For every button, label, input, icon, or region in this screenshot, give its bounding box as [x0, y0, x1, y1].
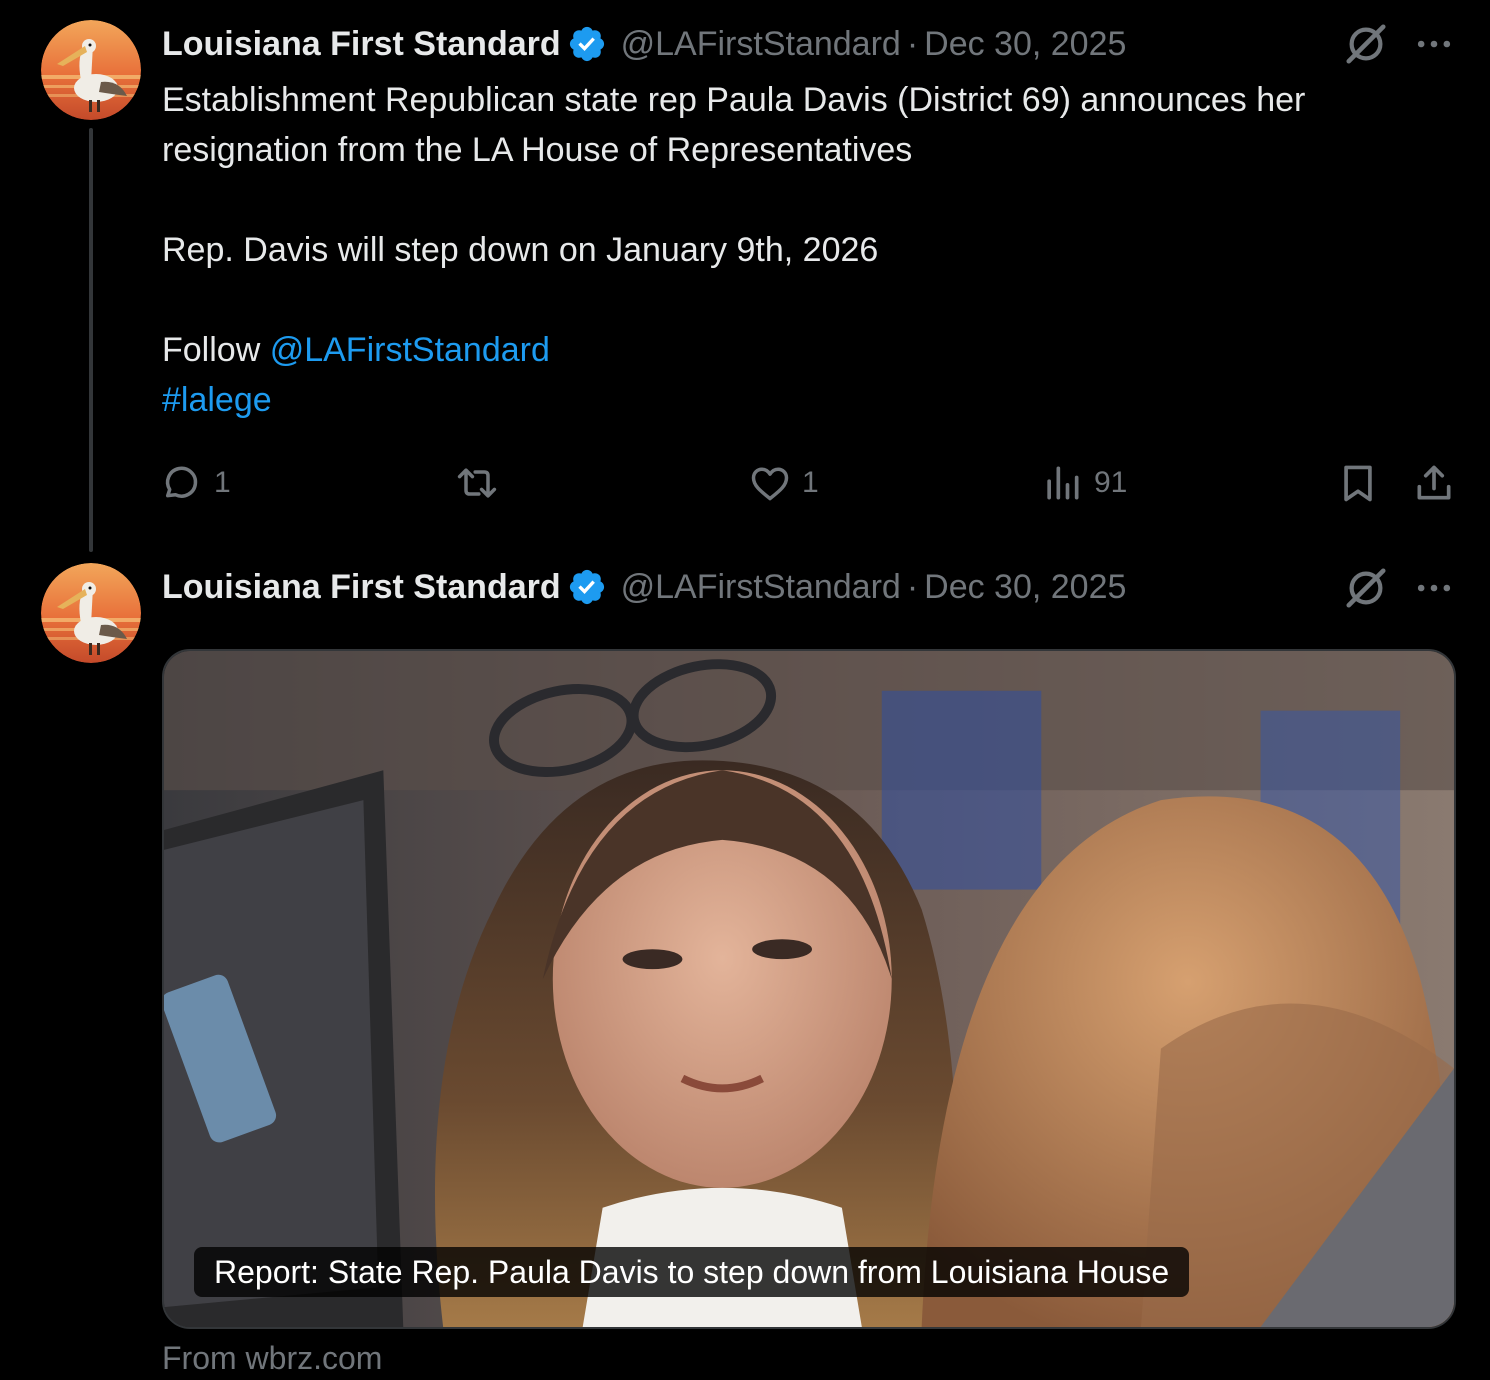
hashtag-link[interactable]: #lalege: [162, 381, 272, 419]
like-count: 1: [802, 466, 819, 499]
avatar[interactable]: [41, 563, 141, 663]
tweet-text: Establishment Republican state rep Paula…: [162, 75, 1472, 425]
separator-dot: ·: [906, 568, 919, 606]
card-source[interactable]: From wbrz.com: [162, 1338, 382, 1378]
views-count: 91: [1094, 466, 1128, 499]
heart-icon: [751, 467, 789, 501]
pelican-logo-icon: [41, 20, 141, 120]
share-icon: [1417, 465, 1451, 500]
tweet-date[interactable]: Dec 30, 2025: [924, 24, 1126, 64]
reply-button[interactable]: 1: [160, 460, 231, 506]
avatar[interactable]: [41, 20, 141, 120]
grok-icon[interactable]: [1343, 21, 1389, 67]
tweet-date[interactable]: Dec 30, 2025: [924, 567, 1126, 607]
verified-badge-icon: [569, 569, 604, 605]
grok-icon[interactable]: [1343, 565, 1389, 611]
verified-badge-icon: [569, 26, 604, 62]
more-icon[interactable]: [1412, 566, 1456, 610]
views-button[interactable]: 91: [1040, 460, 1127, 506]
bookmark-icon: [1344, 465, 1372, 502]
tweet-text-line: resignation from the LA House of Represe…: [162, 131, 913, 169]
views-icon: [1047, 466, 1079, 500]
share-button[interactable]: [1412, 460, 1456, 506]
mention-link[interactable]: @LAFirstStandard: [270, 331, 550, 369]
author-handle[interactable]: @LAFirstStandard: [621, 24, 901, 64]
tweet-header: Louisiana First Standard @LAFirstStandar…: [162, 24, 1126, 64]
separator-dot: ·: [906, 25, 919, 63]
author-name[interactable]: Louisiana First Standard: [162, 24, 561, 64]
card-caption: Report: State Rep. Paula Davis to step d…: [194, 1247, 1190, 1297]
like-button[interactable]: 1: [748, 460, 819, 506]
thread-connector-line: [89, 128, 93, 552]
author-handle[interactable]: @LAFirstStandard: [621, 567, 901, 607]
bookmark-button[interactable]: [1336, 460, 1380, 506]
follow-prefix: Follow: [162, 331, 270, 369]
tweet-header: Louisiana First Standard @LAFirstStandar…: [162, 567, 1126, 607]
author-name[interactable]: Louisiana First Standard: [162, 567, 561, 607]
tweet-text-line: Rep. Davis will step down on January 9th…: [162, 231, 879, 269]
retweet-icon: [457, 468, 497, 498]
tweet-text-line: Establishment Republican state rep Paula…: [162, 81, 1306, 119]
more-icon[interactable]: [1412, 22, 1456, 66]
reply-count: 1: [214, 466, 231, 499]
card-photo: [164, 651, 1454, 1327]
link-card[interactable]: Report: State Rep. Paula Davis to step d…: [162, 649, 1456, 1329]
pelican-logo-icon: [41, 563, 141, 663]
reply-icon: [165, 466, 198, 498]
retweet-button[interactable]: [455, 460, 509, 506]
